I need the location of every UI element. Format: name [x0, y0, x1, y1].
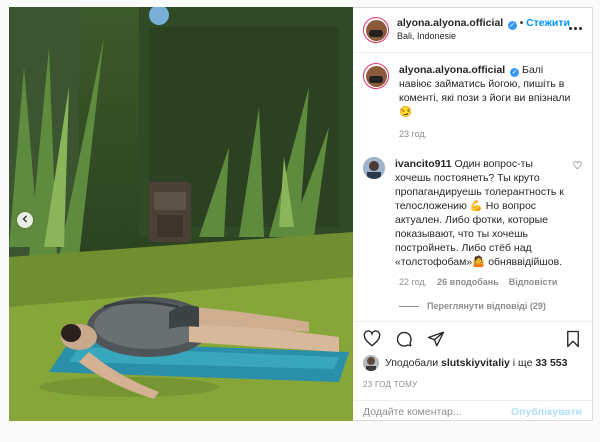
chevron-left-icon [21, 215, 29, 226]
share-icon[interactable] [427, 330, 445, 348]
replies-divider [399, 305, 419, 307]
caption-avatar[interactable] [363, 63, 389, 89]
liker-avatar[interactable] [363, 355, 379, 371]
author-username[interactable]: alyona.alyona.official [397, 17, 503, 29]
comment-likes[interactable]: 26 вподобань [437, 277, 499, 287]
view-replies-label: Переглянути відповіді (29) [427, 301, 546, 311]
location-link[interactable]: Bali, Indonesie [397, 30, 570, 43]
follow-button[interactable]: Стежити [526, 17, 570, 29]
header-separator: • [519, 18, 524, 29]
caption-username[interactable]: alyona.alyona.official [399, 64, 505, 76]
verified-icon: ✓ [507, 21, 517, 30]
post-photo[interactable] [9, 7, 353, 421]
commenter-username[interactable]: ivancito911 [395, 158, 452, 170]
comment-icon[interactable] [395, 330, 413, 348]
post-timestamp[interactable]: 23 ГОД ТОМУ [363, 380, 418, 389]
comment-meta: 22 год. 26 вподобань Відповісти [399, 277, 582, 287]
caption: alyona.alyona.official ✓ Балі навіює зай… [363, 63, 582, 119]
comment-input[interactable]: Додайте коментар... [363, 406, 511, 418]
view-replies-button[interactable]: Переглянути відповіді (29) [399, 301, 582, 311]
action-bar [353, 321, 592, 355]
comment-text: Один вопрос-ты хочешь постоянеть? Ты кру… [395, 158, 564, 268]
author-avatar[interactable] [363, 17, 389, 43]
photo-illustration [9, 7, 353, 421]
heart-icon[interactable] [363, 329, 381, 348]
add-comment-bar: Додайте коментар... Опублікувати [353, 400, 592, 422]
comment-time[interactable]: 22 год. [399, 277, 427, 287]
caption-time[interactable]: 23 год. [399, 129, 582, 139]
publish-button[interactable]: Опублікувати [511, 406, 582, 418]
more-icon[interactable] [569, 27, 582, 30]
likes-user[interactable]: slutskiyvitaliy [441, 357, 510, 369]
likes-summary: Уподобали slutskiyvitaliy і ще 33 553 [363, 355, 582, 371]
commenter-avatar[interactable] [363, 157, 385, 179]
likes-count[interactable]: 33 553 [535, 357, 567, 369]
post-view: alyona.alyona.official ✓ • Стежити Bali,… [0, 0, 600, 442]
likes-prefix: Уподобали [385, 357, 439, 369]
previous-photo-button[interactable] [17, 212, 33, 228]
likes-middle: і ще [512, 357, 533, 369]
comments-list[interactable]: alyona.alyona.official ✓ Балі навіює зай… [353, 53, 592, 321]
bookmark-icon[interactable] [564, 330, 582, 348]
comment-like-icon[interactable] [573, 161, 582, 173]
verified-icon: ✓ [510, 68, 520, 77]
post-header: alyona.alyona.official ✓ • Стежити Bali,… [353, 8, 592, 53]
reply-button[interactable]: Відповісти [509, 277, 558, 287]
comment-item: ivancito911 Один вопрос-ты хочешь постоя… [363, 157, 582, 269]
post-details-panel: alyona.alyona.official ✓ • Стежити Bali,… [353, 7, 593, 421]
